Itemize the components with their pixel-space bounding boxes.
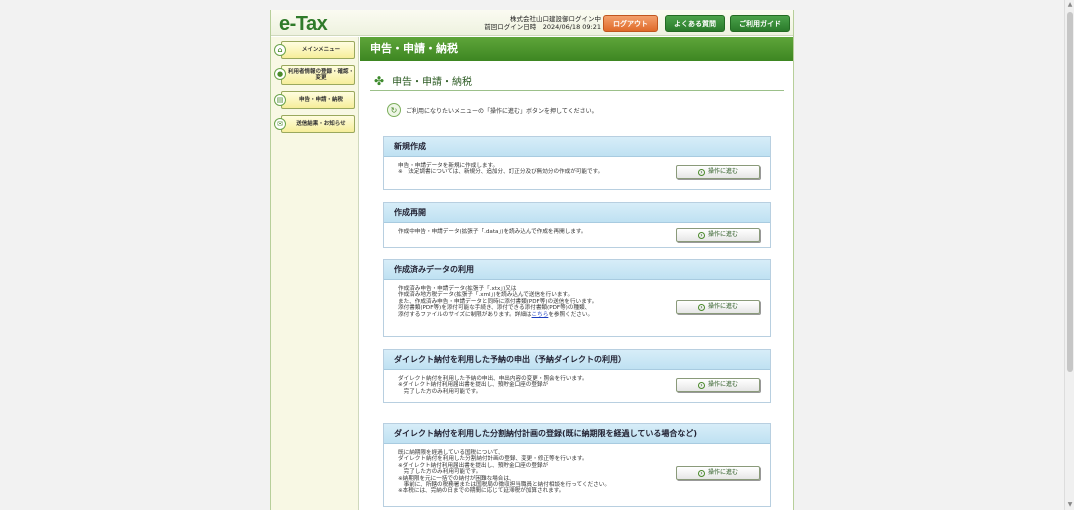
card-installment: ダイレクト納付を利用した分割納付計画の登録(既に納期限を経過している場合など) … bbox=[383, 423, 771, 507]
sidebar-item-label: 申告・申請・納税 bbox=[298, 96, 343, 103]
go-button-label: 操作に進む bbox=[707, 468, 738, 476]
user-icon: ● bbox=[274, 68, 286, 80]
last-login: 前回ログイン日時 2024/06/18 09:21 bbox=[484, 23, 601, 31]
scrollbar[interactable]: ▲ ▼ bbox=[1064, 0, 1074, 510]
login-info: 株式会社山口建設御ログイン中 前回ログイン日時 2024/06/18 09:21 bbox=[481, 15, 601, 31]
sidebar-item-filing[interactable]: ▤ 申告・申請・納税 bbox=[274, 91, 355, 109]
page-title: 申告・申請・納税 bbox=[360, 37, 793, 61]
card-body: 申告・申請データを新規に作成します。 ※ 法定調書については、新規分、追加分、訂… bbox=[384, 157, 770, 189]
card-title: 作成再開 bbox=[384, 203, 770, 223]
card-line-text: を参照ください。 bbox=[548, 311, 594, 318]
header: e-Tax 株式会社山口建設御ログイン中 前回ログイン日時 2024/06/18… bbox=[271, 10, 793, 36]
card-body: 既に納期限を経過している国税について、 ダイレクト納付を利用した分割納付計画の登… bbox=[384, 444, 770, 506]
sidebar-item-results[interactable]: ✉ 送信結果・お知らせ bbox=[274, 115, 355, 133]
arrow-right-icon: › bbox=[697, 381, 705, 389]
sidebar-item-label: メインメニュー bbox=[301, 46, 341, 53]
card-body: ダイレクト納付を利用した予納の申出、申出内容の変更・照会を行います。 ※ダイレク… bbox=[384, 370, 770, 402]
mail-icon: ✉ bbox=[274, 118, 286, 130]
scroll-up-icon[interactable]: ▲ bbox=[1066, 1, 1074, 9]
card-title: ダイレクト納付を利用した予納の申出（予納ダイレクトの利用） bbox=[384, 350, 770, 370]
arrow-right-icon: › bbox=[697, 303, 705, 311]
clover-icon: ✤ bbox=[374, 73, 385, 88]
sidebar-item-main-menu[interactable]: ⌂ メインメニュー bbox=[274, 41, 355, 59]
go-button-label: 操作に進む bbox=[707, 302, 738, 310]
card-existing: 作成済みデータの利用 作成済み申告・申請データ(拡張子「.xtx」)又は 作成済… bbox=[383, 259, 771, 337]
document-icon: ▤ bbox=[274, 94, 286, 106]
section-title: ✤ 申告・申請・納税 bbox=[370, 71, 784, 91]
go-button-new[interactable]: › 操作に進む bbox=[676, 165, 760, 179]
logout-button[interactable]: ログアウト bbox=[603, 15, 658, 32]
go-button-existing[interactable]: › 操作に進む bbox=[676, 300, 760, 314]
sidebar: ⌂ メインメニュー ● 利用者情報の登録・確認・変更 ▤ 申告・申請・納税 ✉ … bbox=[271, 37, 359, 510]
scroll-down-icon[interactable]: ▼ bbox=[1066, 501, 1074, 509]
card-new: 新規作成 申告・申請データを新規に作成します。 ※ 法定調書については、新規分、… bbox=[383, 136, 771, 190]
card-title: ダイレクト納付を利用した分割納付計画の登録(既に納期限を経過している場合など) bbox=[384, 424, 770, 444]
home-icon: ⌂ bbox=[274, 44, 286, 56]
card-line: ※本税には、完納の日までの期間に応じて延滞税が加算されます。 bbox=[398, 488, 565, 495]
sidebar-item-label: 送信結果・お知らせ bbox=[296, 120, 346, 127]
card-resume: 作成再開 作成中申告・申請データ(拡張子「.data」)を読み込んで作成を再開し… bbox=[383, 202, 771, 248]
info-icon: ↻ bbox=[387, 103, 401, 117]
details-link[interactable]: こちら bbox=[532, 312, 549, 318]
go-button-label: 操作に進む bbox=[707, 230, 738, 238]
etax-window: e-Tax 株式会社山口建設御ログイン中 前回ログイン日時 2024/06/18… bbox=[270, 10, 794, 510]
go-button-label: 操作に進む bbox=[707, 167, 738, 175]
arrow-right-icon: › bbox=[697, 168, 705, 176]
go-button-resume[interactable]: › 操作に進む bbox=[676, 228, 760, 242]
company-name: 株式会社山口建設御ログイン中 bbox=[510, 15, 601, 23]
card-title: 作成済みデータの利用 bbox=[384, 260, 770, 280]
section-title-text: 申告・申請・納税 bbox=[392, 77, 473, 88]
etax-logo[interactable]: e-Tax bbox=[279, 13, 328, 36]
card-body: 作成中申告・申請データ(拡張子「.data」)を読み込んで作成を再開します。 ›… bbox=[384, 223, 770, 247]
go-button-installment[interactable]: › 操作に進む bbox=[676, 466, 760, 480]
sidebar-item-user-info[interactable]: ● 利用者情報の登録・確認・変更 bbox=[274, 65, 355, 85]
go-button-prepay[interactable]: › 操作に進む bbox=[676, 378, 760, 392]
sidebar-item-label: 利用者情報の登録・確認・変更 bbox=[288, 68, 355, 82]
arrow-right-icon: › bbox=[697, 231, 705, 239]
card-line-text: 添付するファイルのサイズに制限があります。詳細は bbox=[398, 311, 532, 318]
card-direct-prepay: ダイレクト納付を利用した予納の申出（予納ダイレクトの利用） ダイレクト納付を利用… bbox=[383, 349, 771, 403]
card-body: 作成済み申告・申請データ(拡張子「.xtx」)又は 作成済み地方税データ(拡張子… bbox=[384, 280, 770, 336]
main-content: 申告・申請・納税 ✤ 申告・申請・納税 ↻ ご利用になりたいメニューの「操作に進… bbox=[360, 37, 793, 510]
card-title: 新規作成 bbox=[384, 137, 770, 157]
notice-text: ご利用になりたいメニューの「操作に進む」ボタンを押してください。 bbox=[406, 107, 598, 115]
go-button-label: 操作に進む bbox=[707, 380, 738, 388]
notice: ↻ ご利用になりたいメニューの「操作に進む」ボタンを押してください。 bbox=[387, 103, 793, 117]
faq-button[interactable]: よくある質問 bbox=[665, 15, 725, 32]
guide-button[interactable]: ご利用ガイド bbox=[730, 15, 790, 32]
arrow-right-icon: › bbox=[697, 469, 705, 477]
scroll-thumb[interactable] bbox=[1067, 12, 1073, 372]
